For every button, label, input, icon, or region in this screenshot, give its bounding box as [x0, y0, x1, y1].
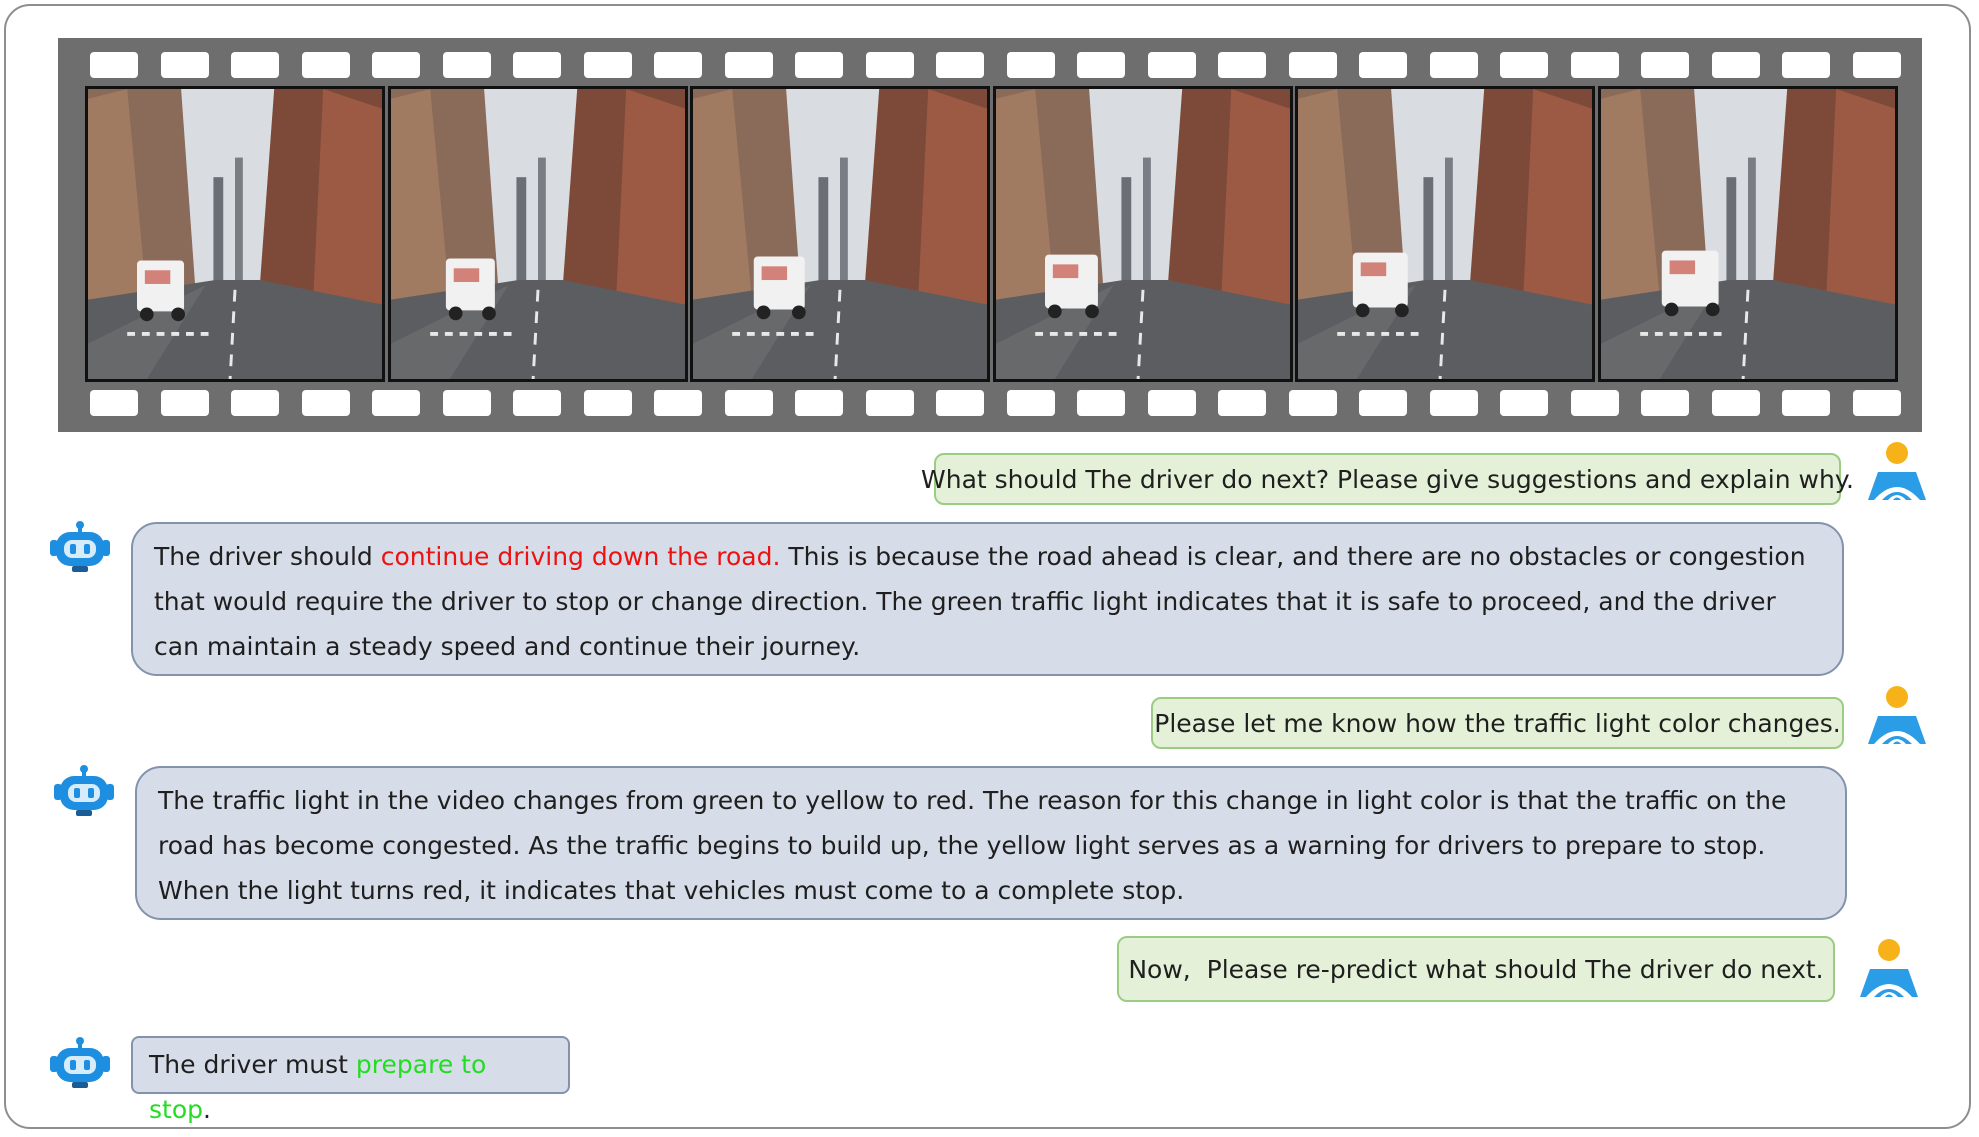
- assistant-message-1-prefix: The driver should: [154, 542, 381, 571]
- robot-avatar-icon: [48, 1036, 112, 1092]
- film-sprocket-hole: [1359, 52, 1407, 78]
- film-sprocket-hole: [513, 390, 561, 416]
- film-sprocket-hole: [90, 52, 138, 78]
- assistant-message-2-text: The traffic light in the video changes f…: [158, 786, 1787, 905]
- film-sprocket-hole: [1288, 390, 1337, 416]
- user-message-3: Now, Please re-predict what should The d…: [1117, 936, 1835, 1002]
- film-sprocket-hole: [301, 390, 350, 416]
- assistant-message-1-highlight: continue driving down the road.: [380, 542, 781, 571]
- film-sprocket-hole: [1359, 390, 1407, 416]
- film-sprocket-hole: [442, 52, 491, 78]
- film-sprocket-hole: [1711, 390, 1760, 416]
- film-sprocket-hole: [1711, 52, 1760, 78]
- user-message-2: Please let me know how the traffic light…: [1151, 697, 1844, 749]
- film-sprocket-hole: [1641, 390, 1689, 416]
- robot-avatar-icon: [48, 520, 112, 576]
- film-sprocket-hole: [231, 390, 279, 416]
- user-message-3-text: Now, Please re-predict what should The d…: [1128, 954, 1824, 984]
- user-message-1: What should The driver do next? Please g…: [921, 453, 1854, 505]
- film-sprocket-hole: [442, 390, 491, 416]
- video-frame: [85, 86, 385, 382]
- film-sprocket-row-bottom: [58, 390, 1922, 418]
- film-sprocket-hole: [1852, 52, 1901, 78]
- film-sprocket-hole: [1077, 52, 1125, 78]
- film-sprocket-hole: [1429, 390, 1478, 416]
- user-message-1-text: What should The driver do next? Please g…: [921, 464, 1854, 494]
- video-frame: [1597, 86, 1898, 382]
- film-sprocket-hole: [1218, 390, 1266, 416]
- film-sprocket-hole: [865, 52, 914, 78]
- film-sprocket-hole: [372, 52, 420, 78]
- film-sprocket-hole: [90, 390, 138, 416]
- film-sprocket-hole: [1782, 390, 1830, 416]
- video-frame: [992, 86, 1293, 382]
- film-sprocket-hole: [654, 390, 702, 416]
- video-frame: [387, 86, 688, 382]
- film-sprocket-hole: [583, 390, 632, 416]
- film-sprocket-hole: [583, 52, 632, 78]
- video-frames: [85, 86, 1899, 382]
- film-sprocket-hole: [795, 390, 843, 416]
- user-avatar-icon: [1858, 937, 1920, 999]
- video-frame: [690, 86, 990, 382]
- assistant-message-2: The traffic light in the video changes f…: [135, 766, 1847, 920]
- user-avatar-icon: [1866, 684, 1928, 746]
- film-sprocket-hole: [160, 52, 209, 78]
- film-sprocket-hole: [795, 52, 843, 78]
- assistant-message-3-suffix: .: [203, 1095, 211, 1124]
- video-film-strip: [58, 38, 1922, 432]
- film-sprocket-hole: [1147, 390, 1196, 416]
- robot-avatar-icon: [52, 764, 116, 820]
- film-sprocket-hole: [1500, 390, 1548, 416]
- film-sprocket-hole: [1570, 390, 1619, 416]
- film-sprocket-hole: [654, 52, 702, 78]
- film-sprocket-hole: [1006, 52, 1055, 78]
- film-sprocket-hole: [724, 52, 773, 78]
- user-avatar-icon: [1866, 440, 1928, 502]
- film-sprocket-hole: [1288, 52, 1337, 78]
- assistant-message-3-prefix: The driver must: [149, 1050, 356, 1079]
- film-sprocket-hole: [160, 390, 209, 416]
- user-message-2-text: Please let me know how the traffic light…: [1154, 708, 1841, 738]
- film-sprocket-hole: [936, 52, 984, 78]
- film-sprocket-hole: [724, 390, 773, 416]
- assistant-message-3: The driver must prepare to stop.: [131, 1036, 570, 1124]
- film-sprocket-hole: [1782, 52, 1830, 78]
- film-sprocket-hole: [1429, 52, 1478, 78]
- film-sprocket-row-top: [58, 52, 1922, 80]
- film-sprocket-hole: [1641, 52, 1689, 78]
- film-sprocket-hole: [1500, 52, 1548, 78]
- film-sprocket-hole: [301, 52, 350, 78]
- film-sprocket-hole: [936, 390, 984, 416]
- film-sprocket-hole: [231, 52, 279, 78]
- film-sprocket-hole: [865, 390, 914, 416]
- film-sprocket-hole: [1006, 390, 1055, 416]
- film-sprocket-hole: [1218, 52, 1266, 78]
- film-sprocket-hole: [372, 390, 420, 416]
- film-sprocket-hole: [1077, 390, 1125, 416]
- film-sprocket-hole: [513, 52, 561, 78]
- film-sprocket-hole: [1852, 390, 1901, 416]
- film-sprocket-hole: [1570, 52, 1619, 78]
- video-frame: [1295, 86, 1595, 382]
- film-sprocket-hole: [1147, 52, 1196, 78]
- assistant-message-1: The driver should continue driving down …: [131, 522, 1844, 676]
